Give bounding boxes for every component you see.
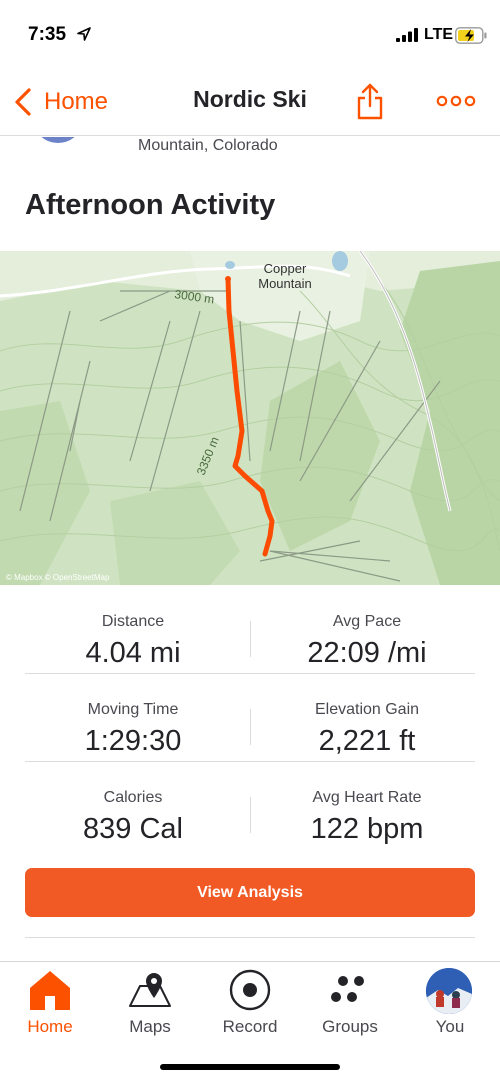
stat-value: 122 bpm [310, 813, 424, 845]
tab-you[interactable]: You [400, 962, 500, 1048]
tab-bar: Home Maps Record Groups You [0, 961, 500, 1083]
stat-avg-pace: Avg Pace 22:09 /mi [242, 585, 492, 670]
home-indicator [160, 1064, 340, 1070]
profile-avatar [426, 968, 472, 1014]
activity-stats: Distance 4.04 mi Avg Pace 22:09 /mi Movi… [0, 585, 500, 849]
stat-row: Distance 4.04 mi Avg Pace 22:09 /mi [0, 585, 500, 673]
page-title: Nordic Ski [193, 86, 307, 112]
stat-label: Moving Time [87, 701, 179, 718]
stat-value: 4.04 mi [85, 637, 181, 669]
stat-value: 1:29:30 [84, 725, 182, 757]
record-icon [229, 969, 271, 1011]
stat-label: Avg Pace [332, 613, 402, 630]
activity-detail[interactable]: Mountain, Colorado Afternoon Activity Co… [0, 137, 500, 961]
stat-value: 839 Cal [83, 813, 183, 845]
map-attribution: © Mapbox © OpenStreetMap [6, 573, 110, 582]
tab-home[interactable]: Home [0, 962, 100, 1048]
stat-calories: Calories 839 Cal [8, 761, 258, 846]
tab-maps[interactable]: Maps [100, 962, 200, 1048]
view-analysis-button[interactable]: View Analysis [25, 868, 475, 917]
stat-row: Moving Time 1:29:30 Elevation Gain 2,221… [0, 673, 500, 761]
map-icon [129, 973, 171, 1007]
stat-avg-heart-rate: Avg Heart Rate 122 bpm [242, 761, 492, 846]
tab-label: Home [27, 1017, 73, 1036]
stat-value: 22:09 /mi [307, 637, 427, 669]
stat-label: Elevation Gain [314, 701, 420, 718]
back-button[interactable]: Home [12, 84, 108, 120]
back-label: Home [44, 88, 109, 115]
stat-label: Calories [103, 789, 163, 806]
home-icon [30, 971, 70, 1010]
stat-value: 2,221 ft [318, 725, 416, 757]
tab-label: You [435, 1017, 465, 1036]
location-arrow-icon [77, 27, 91, 41]
tab-label: Groups [322, 1017, 378, 1036]
status-bar: 7:35 LTE [0, 0, 500, 70]
route-map[interactable]: Copper Mountain 3000 m 3350 m © Mapbox ©… [0, 251, 500, 585]
stat-distance: Distance 4.04 mi [8, 585, 258, 670]
athlete-avatar[interactable] [36, 137, 80, 143]
tab-label: Record [222, 1017, 278, 1036]
more-icon[interactable] [436, 94, 476, 108]
battery-charging-icon [455, 27, 487, 44]
map-place-label: Copper [264, 261, 307, 276]
navigation-bar: Home Nordic Ski [0, 70, 500, 136]
stat-elevation-gain: Elevation Gain 2,221 ft [242, 673, 492, 758]
activity-location: Mountain, Colorado [138, 137, 278, 154]
network-type: LTE [424, 26, 454, 43]
stat-moving-time: Moving Time 1:29:30 [8, 673, 258, 758]
tab-record[interactable]: Record [200, 962, 300, 1048]
divider [25, 937, 475, 938]
status-time: 7:35 [28, 24, 67, 45]
groups-icon [331, 976, 364, 1002]
map-canvas: Copper Mountain 3000 m 3350 m © Mapbox ©… [0, 251, 500, 585]
chevron-left-icon [15, 88, 31, 116]
stat-label: Avg Heart Rate [312, 789, 422, 806]
stat-row: Calories 839 Cal Avg Heart Rate 122 bpm [0, 761, 500, 849]
tab-groups[interactable]: Groups [300, 962, 400, 1048]
map-place-label: Mountain [258, 276, 311, 291]
activity-title: Afternoon Activity [25, 189, 276, 221]
stat-label: Distance [101, 613, 165, 630]
share-icon[interactable] [355, 82, 385, 120]
signal-icon [396, 28, 418, 42]
tab-label: Maps [129, 1017, 171, 1036]
